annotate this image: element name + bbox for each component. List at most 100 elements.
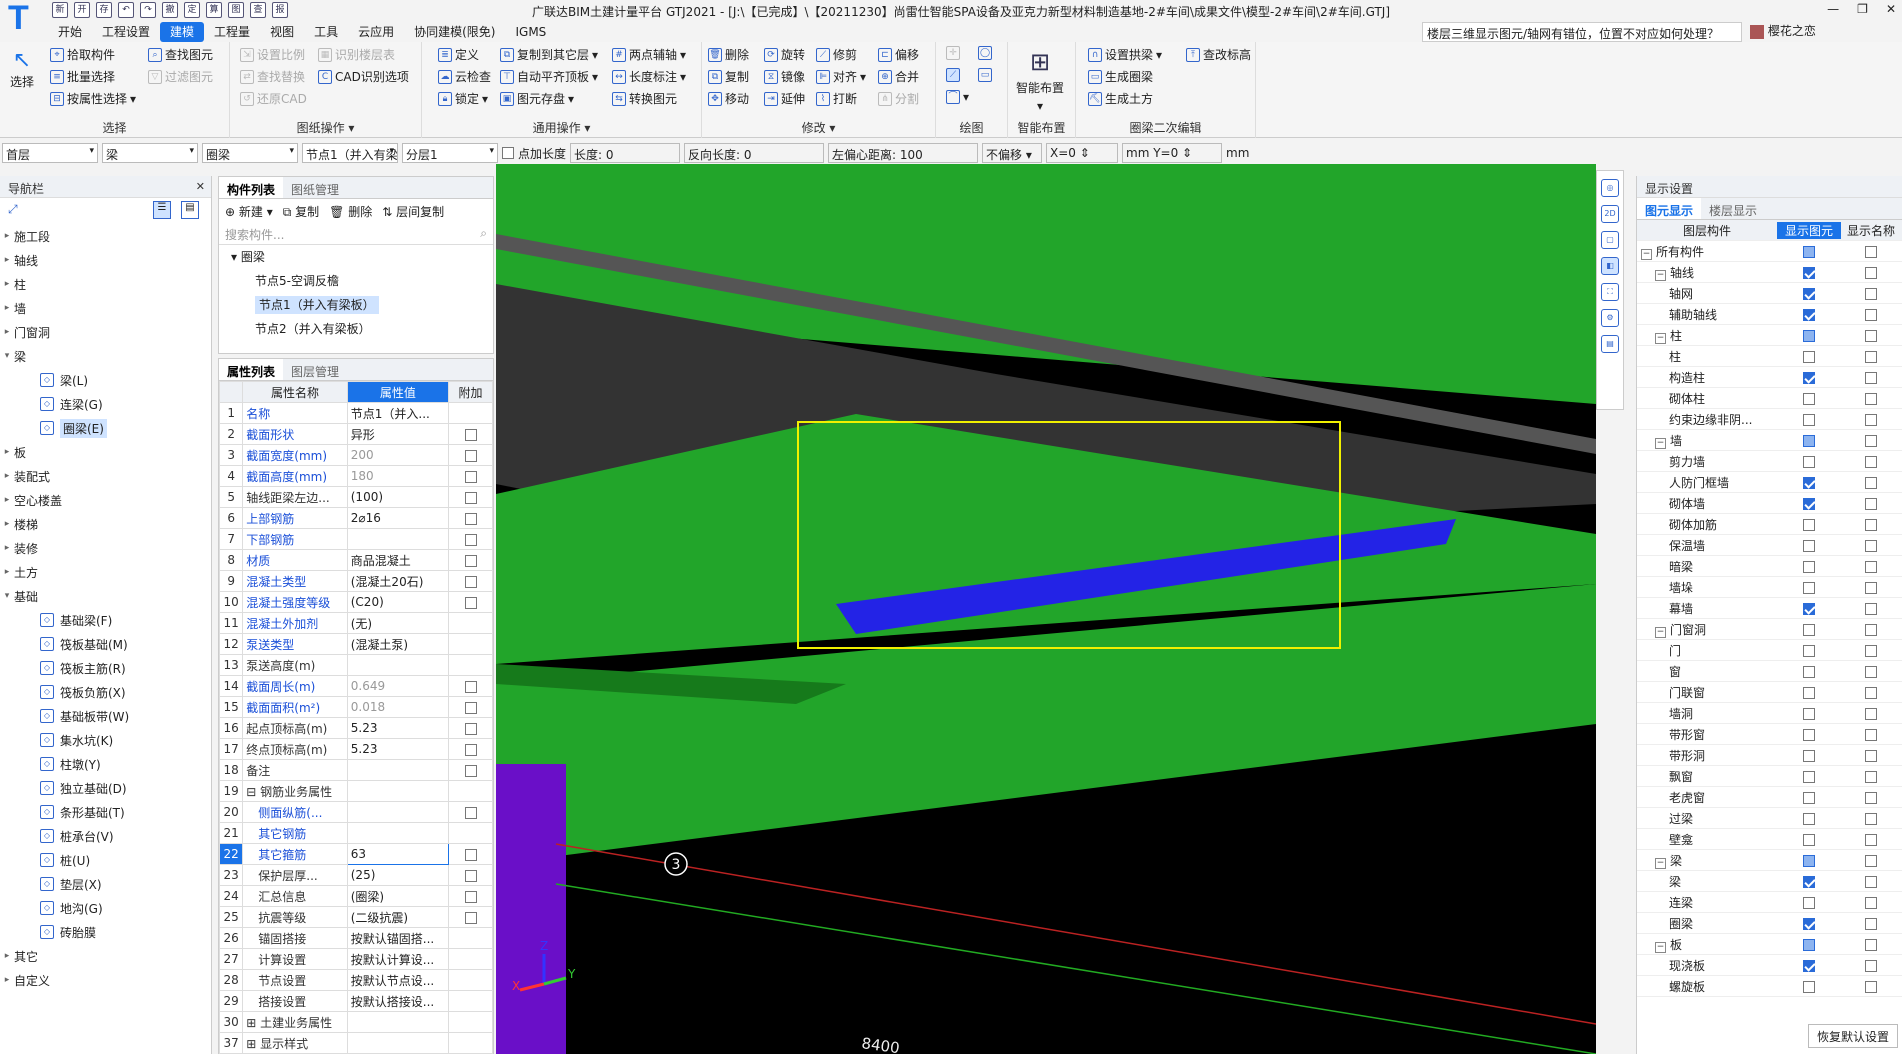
show-element-checkbox[interactable]	[1803, 791, 1815, 804]
restore-cad-button[interactable]: ↺ 还原CAD	[240, 90, 307, 107]
show-element-checkbox[interactable]	[1803, 917, 1815, 930]
extra-checkbox[interactable]	[464, 848, 477, 861]
generate-earthwork-button[interactable]: ⛏︎ 生成土方	[1088, 90, 1153, 107]
save-element-button[interactable]: ▣ 图元存盘 ▾	[500, 90, 574, 107]
show-element-checkbox[interactable]	[1803, 581, 1815, 594]
nav-item[interactable]: ▸ 其它	[0, 944, 211, 968]
nav-subitem[interactable]: ◇ 地沟(G)	[0, 896, 211, 920]
collapse-icon[interactable]: −	[1641, 248, 1652, 260]
show-name-checkbox[interactable]	[1865, 854, 1877, 867]
component-item[interactable]: 节点1（并入有梁板）	[219, 293, 493, 317]
rect-draw-button[interactable]: ▭	[978, 68, 992, 82]
show-name-checkbox[interactable]	[1865, 518, 1877, 531]
property-value[interactable]	[346, 780, 450, 802]
property-value[interactable]: 按默认搭接设...	[346, 990, 450, 1012]
nav-item[interactable]: ▸ 墙	[0, 296, 211, 320]
show-element-checkbox[interactable]	[1803, 455, 1815, 468]
show-element-checkbox[interactable]	[1803, 623, 1815, 636]
nav-subitem[interactable]: ◇ 独立基础(D)	[0, 776, 211, 800]
show-element-checkbox[interactable]	[1803, 308, 1815, 321]
extra-checkbox[interactable]	[464, 428, 477, 441]
quick-access-icon[interactable]: 开	[74, 2, 90, 18]
move-button[interactable]: ✥ 移动	[708, 90, 749, 107]
length-field[interactable]: 长度: 0	[570, 143, 681, 163]
property-value[interactable]: 0.649	[346, 675, 450, 697]
no-offset-select[interactable]: 不偏移 ▾	[982, 143, 1043, 163]
show-name-checkbox[interactable]	[1865, 308, 1877, 321]
settings-view-icon[interactable]: ⚙	[1601, 309, 1619, 327]
layer-select[interactable]: 分层1 ▾	[402, 143, 498, 163]
property-value[interactable]: (100)	[346, 486, 450, 508]
nav-item[interactable]: ▸ 柱	[0, 272, 211, 296]
property-row[interactable]: 28 节点设置 按默认节点设...	[218, 969, 493, 991]
show-element-checkbox[interactable]	[1803, 707, 1815, 720]
extra-checkbox[interactable]	[464, 701, 477, 714]
show-element-checkbox[interactable]	[1803, 560, 1815, 573]
quick-access-icon[interactable]: 图	[228, 2, 244, 18]
nav-item[interactable]: ▾ 基础	[0, 584, 211, 608]
nav-subitem[interactable]: ◇ 集水坑(K)	[0, 728, 211, 752]
offset-field[interactable]: 左偏心距离: 100	[828, 143, 979, 163]
show-element-checkbox[interactable]	[1803, 728, 1815, 741]
show-element-checkbox[interactable]	[1803, 959, 1815, 972]
x-field[interactable]: X=0 ⇕	[1046, 143, 1119, 163]
tab-element-display[interactable]: 图元显示	[1637, 198, 1702, 219]
nav-item[interactable]: ▸ 空心楼盖	[0, 488, 211, 512]
menu-item[interactable]: 工程设置	[92, 22, 160, 42]
property-value[interactable]: 5.23	[346, 717, 450, 739]
property-row[interactable]: 24 汇总信息 (圈梁)	[218, 885, 493, 907]
align-button[interactable]: ⊫ 对齐 ▾	[816, 68, 866, 85]
nav-subitem[interactable]: ◇ 基础板带(W)	[0, 704, 211, 728]
batch-select-button[interactable]: ≡ 批量选择	[50, 68, 115, 85]
auto-align-top-button[interactable]: ⊤ 自动平齐顶板 ▾	[500, 68, 598, 85]
menu-item[interactable]: 协同建模(限免)	[404, 22, 505, 42]
property-row[interactable]: 18 备注	[218, 759, 493, 781]
nav-subitem[interactable]: ◇ 砖胎膜	[0, 920, 211, 944]
app-logo[interactable]: T	[8, 1, 40, 35]
pick-component-button[interactable]: ⌖ 拾取构件	[50, 46, 115, 63]
nav-item[interactable]: ▾ 梁	[0, 344, 211, 368]
component-search-input[interactable]: 搜索构件... ⌕	[219, 223, 493, 245]
property-row[interactable]: 26 锚固搭接 按默认锚固搭...	[218, 927, 493, 949]
show-name-checkbox[interactable]	[1865, 497, 1877, 510]
show-element-checkbox[interactable]	[1803, 245, 1815, 258]
property-row[interactable]: 5 轴线距梁左边... (100)	[218, 486, 493, 508]
nav-item[interactable]: ▸ 自定义	[0, 968, 211, 992]
extra-checkbox[interactable]	[464, 680, 477, 693]
collapse-icon[interactable]: −	[1655, 626, 1666, 638]
set-scale-button[interactable]: ⇲ 设置比例	[240, 46, 305, 63]
menu-item[interactable]: 开始	[48, 22, 92, 42]
collapse-icon[interactable]: −	[1655, 269, 1666, 281]
extra-checkbox[interactable]	[464, 743, 477, 756]
show-element-checkbox[interactable]	[1803, 266, 1815, 279]
property-value[interactable]: 180	[346, 465, 450, 487]
menu-item[interactable]: 视图	[260, 22, 304, 42]
show-element-checkbox[interactable]	[1803, 938, 1815, 951]
property-value[interactable]: 按默认锚固搭...	[346, 927, 450, 949]
minimize-button[interactable]: —	[1827, 2, 1839, 16]
property-value[interactable]: 异形	[346, 423, 450, 445]
trim-button[interactable]: ⟋ 修剪	[816, 46, 857, 63]
property-row[interactable]: 19 ⊟ 钢筋业务属性	[218, 780, 493, 802]
nav-subitem[interactable]: ◇ 条形基础(T)	[0, 800, 211, 824]
show-element-checkbox[interactable]	[1803, 770, 1815, 783]
nav-subitem[interactable]: ◇ 筏板负筋(X)	[0, 680, 211, 704]
show-name-checkbox[interactable]	[1865, 602, 1877, 615]
show-element-checkbox[interactable]	[1803, 392, 1815, 405]
nav-subitem[interactable]: ◇ 柱墩(Y)	[0, 752, 211, 776]
property-row[interactable]: 11 混凝土外加剂 (无)	[218, 612, 493, 634]
show-element-checkbox[interactable]	[1803, 854, 1815, 867]
cad-options-button[interactable]: C CAD识别选项	[318, 68, 409, 85]
show-element-checkbox[interactable]	[1803, 350, 1815, 363]
quick-access-icon[interactable]: 存	[96, 2, 112, 18]
show-name-checkbox[interactable]	[1865, 728, 1877, 741]
tab-floor-display[interactable]: 楼层显示	[1701, 198, 1765, 219]
show-element-checkbox[interactable]	[1803, 371, 1815, 384]
find-element-button[interactable]: ⌕ 查找图元	[148, 46, 213, 63]
add-length-checkbox[interactable]	[502, 147, 514, 159]
floor-select[interactable]: 首层 ▾	[2, 143, 98, 163]
clipboard-icon[interactable]: ▤	[1601, 335, 1619, 353]
quick-access-icon[interactable]: ↶	[118, 2, 134, 18]
property-row[interactable]: 17 终点顶标高(m) 5.23	[218, 738, 493, 760]
merge-button[interactable]: ⊕ 合并	[878, 68, 919, 85]
